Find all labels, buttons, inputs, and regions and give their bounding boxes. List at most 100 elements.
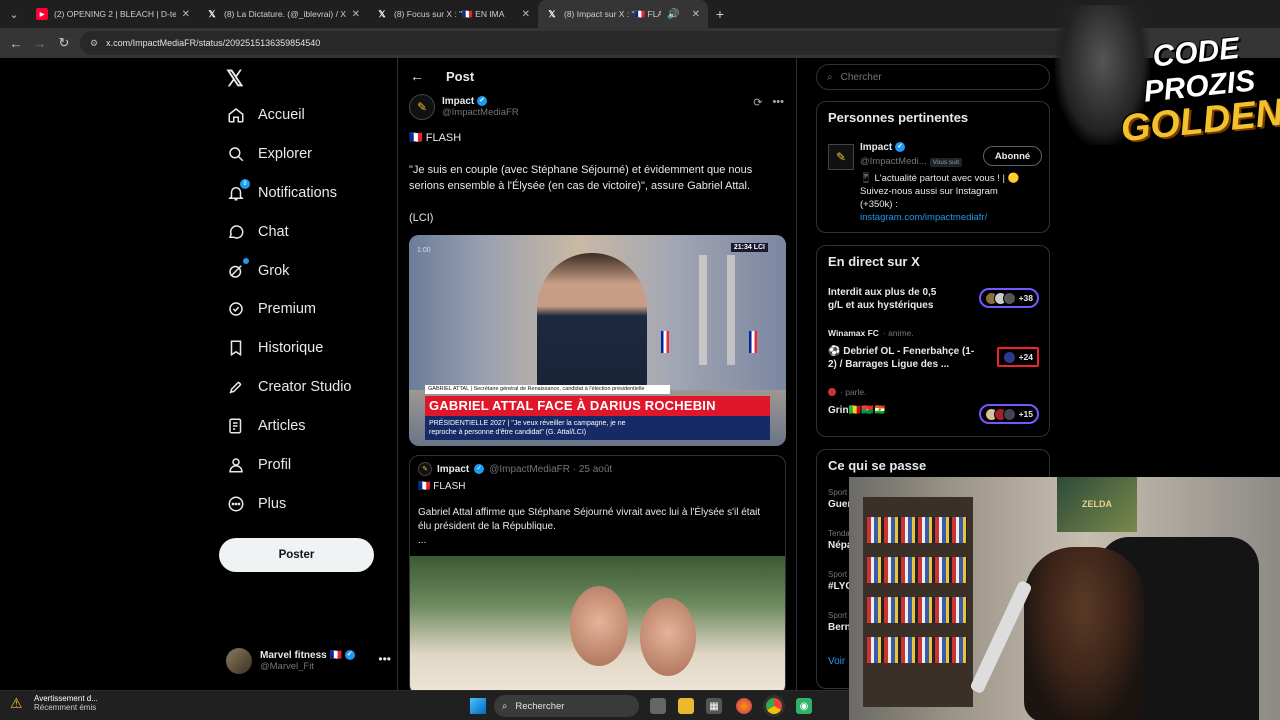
- browser-tab-4[interactable]: 𝕏 (8) Impact sur X : "🇫🇷 FLASH 🔊 ✕: [538, 0, 708, 28]
- account-name: Marvel fitness 🇫🇷 ✓: [260, 650, 355, 661]
- x-logo-icon[interactable]: 𝕏: [226, 66, 244, 92]
- more-icon[interactable]: •••: [378, 652, 391, 666]
- sidebar-item-chat[interactable]: Chat: [226, 213, 289, 251]
- live-host: · parle.: [828, 387, 866, 397]
- more-circle-icon: [226, 494, 246, 514]
- trend-item[interactable]: Sport Bern: [828, 611, 851, 633]
- x-icon: 𝕏: [378, 8, 386, 19]
- stream-logo-text: CODE PROZIS GOLDENG: [1118, 31, 1280, 151]
- card-title: En direct sur X: [828, 254, 920, 269]
- books-row: [867, 637, 967, 663]
- browser-tab-2[interactable]: 𝕏 (8) La Dictature. (@_iblevrai) / X ✕: [198, 0, 368, 28]
- file-explorer-icon[interactable]: [678, 698, 694, 714]
- tweet-video[interactable]: 1:00 21:34 LCI GABRIEL ATTAL | Secrétair…: [409, 235, 786, 446]
- webcam-overlay: ZELDA: [849, 477, 1280, 720]
- sidebar-item-notifications[interactable]: 8 Notifications: [226, 174, 337, 212]
- live-item-title[interactable]: Interdit aux plus de 0,5 g/L et aux hysté…: [828, 286, 958, 312]
- tab-close-icon[interactable]: ✕: [182, 9, 190, 20]
- author-name[interactable]: Impact ✓: [442, 96, 519, 107]
- live-listeners-pill[interactable]: +38: [978, 288, 1039, 308]
- post-button[interactable]: Poster: [219, 538, 374, 572]
- sidebar-item-label: Premium: [258, 301, 317, 317]
- task-view-icon[interactable]: [650, 698, 666, 714]
- grok-icon: [226, 258, 249, 281]
- tab-close-icon[interactable]: ✕: [692, 9, 700, 20]
- following-button[interactable]: Abonné: [983, 146, 1042, 166]
- trend-item[interactable]: Sport Guer: [828, 488, 851, 510]
- sidebar-item-accueil[interactable]: Accueil: [226, 96, 305, 134]
- browser-tab-3[interactable]: 𝕏 (8) Focus sur X : "🇫🇷 EN IMA ✕: [368, 0, 538, 28]
- live-listeners-pill[interactable]: +24: [996, 347, 1039, 367]
- new-tab-button[interactable]: +: [708, 6, 732, 22]
- sidebar-item-label: Historique: [258, 340, 324, 356]
- tweet-flash: 🇫🇷 FLASH: [409, 132, 462, 144]
- back-icon[interactable]: ←: [4, 36, 28, 51]
- taskbar-alert[interactable]: ⚠ Avertissement d... Récemment émis: [10, 694, 98, 712]
- browser-tab-1[interactable]: ▶ (2) OPENING 2 | BLEACH | D-te ✕: [28, 0, 198, 28]
- sidebar-item-historique[interactable]: Historique: [226, 329, 323, 367]
- show-more-link[interactable]: Voir: [828, 656, 845, 667]
- app-icon[interactable]: ◉: [796, 698, 812, 714]
- quoted-photo[interactable]: [410, 556, 785, 690]
- french-flag: [661, 331, 669, 353]
- sidebar-item-label: Accueil: [258, 107, 305, 123]
- store-icon[interactable]: ▦: [706, 698, 722, 714]
- speaker-icon[interactable]: 🔊: [667, 9, 679, 20]
- url-input[interactable]: ⚙ x.com/ImpactMediaFR/status/20925151363…: [80, 31, 1100, 55]
- sidebar-item-premium[interactable]: Premium: [226, 290, 316, 328]
- quoted-tweet[interactable]: ✎ Impact ✓ @ImpactMediaFR · 25 août 🇫🇷 F…: [409, 455, 786, 690]
- sidebar-item-label: Creator Studio: [258, 379, 352, 395]
- firefox-icon[interactable]: [736, 698, 752, 714]
- quoted-meta: @ImpactMediaFR · 25 août: [489, 463, 613, 475]
- tab-close-icon[interactable]: ✕: [352, 9, 360, 20]
- sidebar-item-articles[interactable]: Articles: [226, 407, 306, 445]
- sidebar-item-creator-studio[interactable]: Creator Studio: [226, 368, 352, 406]
- sidebar-item-grok[interactable]: Grok: [226, 252, 289, 290]
- forward-icon[interactable]: →: [28, 36, 52, 51]
- grok-icon[interactable]: ⟳: [753, 96, 762, 109]
- bookmark-icon: [226, 338, 246, 358]
- windows-start-icon[interactable]: [470, 698, 486, 714]
- tab-title: (8) Impact sur X : "🇫🇷 FLASH: [564, 8, 662, 19]
- account-switcher[interactable]: Marvel fitness 🇫🇷 ✓ @Marvel_Fit •••: [226, 644, 391, 678]
- chrome-icon[interactable]: [766, 698, 782, 714]
- sidebar-item-explorer[interactable]: Explorer: [226, 135, 312, 173]
- notification-badge: 8: [240, 179, 250, 189]
- reload-icon[interactable]: ↻: [52, 35, 76, 51]
- tab-title: (2) OPENING 2 | BLEACH | D-te: [54, 9, 176, 19]
- search-input[interactable]: ⌕ Chercher: [816, 64, 1050, 90]
- tab-search-icon[interactable]: ⌄: [0, 0, 28, 28]
- sidebar-item-profil[interactable]: Profil: [226, 446, 291, 484]
- column-shape: [699, 255, 707, 365]
- relevant-people-card: Personnes pertinentes ✎ Impact ✓ @Impact…: [816, 101, 1050, 233]
- live-listeners-pill[interactable]: +15: [978, 404, 1039, 424]
- books-row: [867, 557, 967, 583]
- tab-close-icon[interactable]: ✕: [522, 9, 530, 20]
- video-timestamp: 1:00: [417, 247, 431, 254]
- chyron-sub: PRÉSIDENTIELLE 2027 | "Je veux réveiller…: [425, 416, 770, 440]
- alert-subtitle: Récemment émis: [34, 703, 97, 712]
- french-flag: [749, 331, 757, 353]
- warning-icon: ⚠: [10, 695, 23, 711]
- live-item-title[interactable]: Grin🇲🇱🇧🇫🇳🇪: [828, 404, 958, 417]
- sidebar-item-label: Notifications: [258, 185, 337, 201]
- face-shape: [640, 598, 696, 676]
- taskbar-search[interactable]: ⌕ Rechercher: [494, 695, 639, 717]
- site-info-icon[interactable]: ⚙: [90, 38, 98, 49]
- articles-icon: [226, 416, 246, 436]
- author-handle[interactable]: @ImpactMediaFR: [442, 107, 519, 118]
- sidebar-item-label: Profil: [258, 457, 292, 473]
- face-shape: [570, 586, 628, 666]
- more-icon[interactable]: •••: [772, 96, 784, 109]
- chyron-small: GABRIEL ATTAL | Secrétaire général de Re…: [425, 385, 670, 394]
- back-arrow-icon[interactable]: ←: [410, 68, 424, 84]
- live-item-title[interactable]: ⚽ Debrief OL - Fenerbahçe (1- 2) / Barrag…: [828, 345, 988, 371]
- bio-link[interactable]: instagram.com/impactmediafr/: [860, 211, 1040, 224]
- x-icon: 𝕏: [208, 8, 216, 19]
- tweet-author[interactable]: ✎ Impact ✓ @ImpactMediaFR: [409, 94, 519, 120]
- sidebar-item-plus[interactable]: Plus: [226, 485, 286, 523]
- person-handle: @ImpactMedi... Vous suit: [860, 156, 963, 167]
- person-name[interactable]: Impact ✓: [860, 142, 906, 153]
- chat-icon: [226, 222, 246, 242]
- tab-title: (8) Focus sur X : "🇫🇷 EN IMA: [394, 8, 505, 19]
